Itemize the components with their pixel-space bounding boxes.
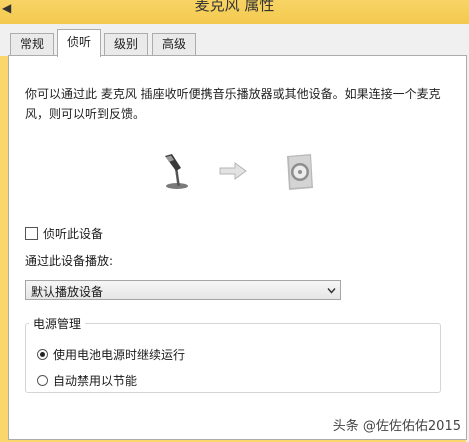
speaker-icon — [287, 154, 313, 190]
tab-levels[interactable]: 级别 — [104, 33, 149, 55]
radio-keep-running-label: 使用电池电源时继续运行 — [53, 347, 186, 362]
playback-device-value: 默认播放设备 — [31, 285, 104, 299]
arrow-right-icon — [219, 162, 247, 180]
listen-device-checkbox[interactable] — [25, 226, 38, 240]
playback-device-label: 通过此设备播放: — [25, 254, 114, 268]
radio-auto-disable-row[interactable]: 自动禁用以节能 — [37, 371, 137, 389]
listen-device-checkbox-row[interactable]: 侦听此设备 — [25, 224, 103, 242]
radio-keep-running-row[interactable]: 使用电池电源时继续运行 — [37, 345, 185, 363]
radio-auto-disable-label: 自动禁用以节能 — [53, 373, 138, 388]
radio-auto-disable[interactable] — [37, 374, 48, 386]
watermark: 头条 @佐佐佑佑2015 — [332, 419, 461, 434]
listen-description: 你可以通过此 麦克风 插座收听便携音乐播放器或其他设备。如果连接一个麦克风，则可… — [25, 87, 441, 121]
radio-keep-running[interactable] — [37, 348, 48, 360]
chevron-down-icon — [327, 288, 336, 294]
tab-listen[interactable]: 侦听 — [57, 29, 102, 57]
window-title: 麦克风 属性 — [194, 0, 275, 14]
listen-panel: 你可以通过此 麦克风 插座收听便携音乐播放器或其他设备。如果连接一个麦克风，则可… — [8, 55, 467, 440]
power-management-title: 电源管理 — [29, 315, 86, 332]
title-bar: ◀ 麦克风 属性 — [0, 0, 469, 24]
playback-device-select[interactable]: 默认播放设备 — [25, 280, 341, 300]
tab-general[interactable]: 常规 — [10, 33, 55, 55]
listen-device-label: 侦听此设备 — [43, 226, 104, 241]
device-flow-illustration — [159, 152, 329, 192]
tab-advanced[interactable]: 高级 — [152, 33, 197, 55]
microphone-icon — [165, 154, 188, 189]
tab-strip: 常规 侦听 级别 高级 — [0, 24, 469, 57]
